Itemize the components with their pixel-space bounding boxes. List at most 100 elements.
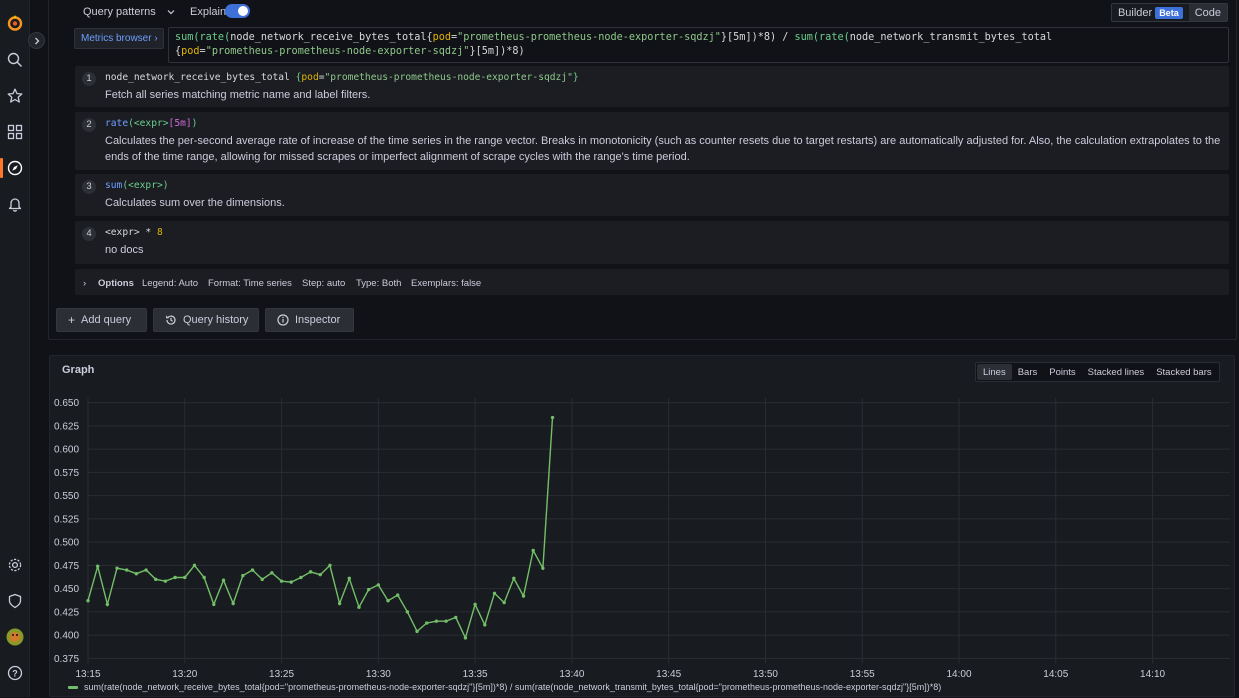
data-point bbox=[405, 610, 410, 614]
data-point bbox=[541, 566, 545, 570]
option-step: Step: auto bbox=[302, 278, 346, 289]
data-point bbox=[318, 572, 322, 577]
query-options-row[interactable]: › Options Legend: Auto Format: Time seri… bbox=[75, 269, 1229, 295]
step-code-token: } bbox=[572, 72, 579, 83]
step-code-token: [5m] bbox=[168, 118, 192, 129]
svg-text:?: ? bbox=[12, 669, 18, 679]
data-point bbox=[521, 594, 526, 598]
add-query-label: Add query bbox=[81, 314, 132, 326]
step-code-token: (<expr>) bbox=[122, 180, 169, 191]
y-tick-label: 0.500 bbox=[54, 538, 79, 549]
query-token: "prometheus-prometheus-node-exporter-sqd… bbox=[457, 32, 721, 43]
x-tick-label: 14:00 bbox=[947, 669, 972, 680]
query-token: sum(rate( bbox=[175, 32, 231, 43]
search-icon[interactable] bbox=[6, 51, 24, 69]
data-point bbox=[221, 578, 226, 582]
query-line-1: sum(rate(node_network_receive_bytes_tota… bbox=[175, 32, 1053, 43]
star-icon[interactable] bbox=[6, 87, 24, 105]
data-point bbox=[115, 566, 119, 570]
data-point bbox=[105, 602, 110, 607]
data-point bbox=[250, 568, 255, 572]
query-history-label: Query history bbox=[183, 314, 249, 326]
metrics-browser-button[interactable]: Metrics browser › bbox=[74, 28, 164, 49]
data-point bbox=[415, 629, 419, 634]
grafana-logo-icon[interactable] bbox=[6, 14, 24, 32]
legend-label: sum(rate(node_network_receive_bytes_tota… bbox=[84, 682, 942, 692]
explain-label: Explain bbox=[190, 6, 227, 18]
code-mode-button[interactable]: Code bbox=[1188, 4, 1227, 21]
step-number: 1 bbox=[82, 72, 96, 86]
explain-step: 4 <expr> * 8 no docs bbox=[75, 221, 1229, 264]
query-token: pod bbox=[432, 32, 452, 43]
graph-legend[interactable]: sum(rate(node_network_receive_bytes_tota… bbox=[68, 682, 941, 692]
expand-sidebar-button[interactable] bbox=[28, 32, 45, 49]
data-point bbox=[308, 570, 313, 574]
x-tick-label: 13:30 bbox=[366, 669, 391, 680]
step-code-token: 8 bbox=[156, 227, 163, 238]
query-history-button[interactable]: Query history bbox=[153, 308, 259, 332]
y-tick-label: 0.600 bbox=[54, 445, 79, 456]
y-tick-label: 0.525 bbox=[54, 514, 79, 525]
chevron-down-icon bbox=[167, 10, 175, 15]
help-icon[interactable]: ? bbox=[6, 664, 24, 682]
data-point bbox=[357, 605, 361, 609]
query-token: "prometheus-prometheus-node-exporter-sqd… bbox=[205, 46, 470, 57]
active-nav-indicator bbox=[0, 158, 3, 178]
query-patterns-dropdown[interactable]: Query patterns bbox=[83, 6, 175, 18]
query-token: sum(rate( bbox=[794, 32, 850, 43]
step-code-token: sum bbox=[105, 180, 123, 191]
data-point bbox=[279, 579, 284, 583]
builder-mode-button[interactable]: Builder Beta bbox=[1112, 4, 1189, 21]
query-token: pod bbox=[181, 46, 200, 57]
data-point bbox=[212, 602, 216, 607]
step-code: <expr> * 8 bbox=[105, 227, 163, 238]
info-icon bbox=[277, 314, 289, 326]
data-point bbox=[512, 576, 516, 581]
explain-step: 1 node_network_receive_bytes_total {pod=… bbox=[75, 66, 1229, 107]
query-token: node_network_transmit_bytes_total bbox=[849, 32, 1053, 43]
data-point bbox=[202, 575, 206, 580]
y-tick-label: 0.450 bbox=[54, 584, 79, 595]
data-point bbox=[376, 583, 381, 587]
explore-compass-icon[interactable] bbox=[6, 159, 24, 177]
user-avatar[interactable] bbox=[6, 628, 24, 646]
beta-badge: Beta bbox=[1155, 7, 1183, 19]
graph-panel: Graph Lines Bars Points Stacked lines St… bbox=[49, 355, 1235, 697]
chevron-right-icon bbox=[34, 37, 39, 44]
time-series-chart[interactable]: 0.375 0.400 0.425 0.450 0.475 0.500 0.525 0.550… bbox=[50, 356, 1236, 698]
promql-query-input[interactable]: sum(rate(node_network_receive_bytes_tota… bbox=[168, 27, 1229, 63]
legend-swatch bbox=[68, 685, 78, 689]
x-tick-label: 13:45 bbox=[656, 669, 681, 680]
data-point bbox=[270, 571, 274, 575]
dashboards-icon[interactable] bbox=[6, 123, 24, 141]
inspector-button[interactable]: Inspector bbox=[265, 308, 354, 332]
history-icon bbox=[165, 315, 176, 325]
data-point bbox=[366, 587, 371, 592]
y-tick-label: 0.575 bbox=[54, 468, 79, 479]
chevron-right-icon: › bbox=[83, 278, 87, 289]
options-label: Options bbox=[98, 278, 134, 289]
step-description: Fetch all series matching metric name an… bbox=[105, 89, 371, 101]
settings-gear-icon[interactable] bbox=[6, 556, 24, 574]
add-query-button[interactable]: + Add query bbox=[56, 308, 147, 332]
data-point bbox=[154, 577, 158, 582]
data-point bbox=[231, 601, 235, 606]
explain-toggle[interactable] bbox=[225, 4, 250, 18]
data-point bbox=[125, 568, 129, 572]
series-line bbox=[87, 417, 554, 640]
x-tick-label: 13:25 bbox=[269, 669, 294, 680]
inspector-label: Inspector bbox=[295, 314, 341, 326]
step-number: 2 bbox=[82, 118, 96, 132]
data-point bbox=[463, 636, 468, 640]
alerting-bell-icon[interactable] bbox=[6, 195, 24, 213]
shield-icon[interactable] bbox=[6, 592, 24, 610]
chevron-right-icon: › bbox=[154, 33, 158, 44]
data-point bbox=[444, 619, 448, 623]
data-point bbox=[425, 621, 429, 625]
x-tick-label: 13:15 bbox=[75, 669, 100, 680]
step-description: Calculates sum over the dimensions. bbox=[105, 197, 285, 209]
option-exemplars: Exemplars: false bbox=[411, 278, 482, 289]
option-legend: Legend: Auto bbox=[142, 278, 198, 289]
data-point bbox=[241, 573, 245, 578]
step-code-token: "prometheus-prometheus-node-exporter-sqd… bbox=[324, 72, 573, 83]
